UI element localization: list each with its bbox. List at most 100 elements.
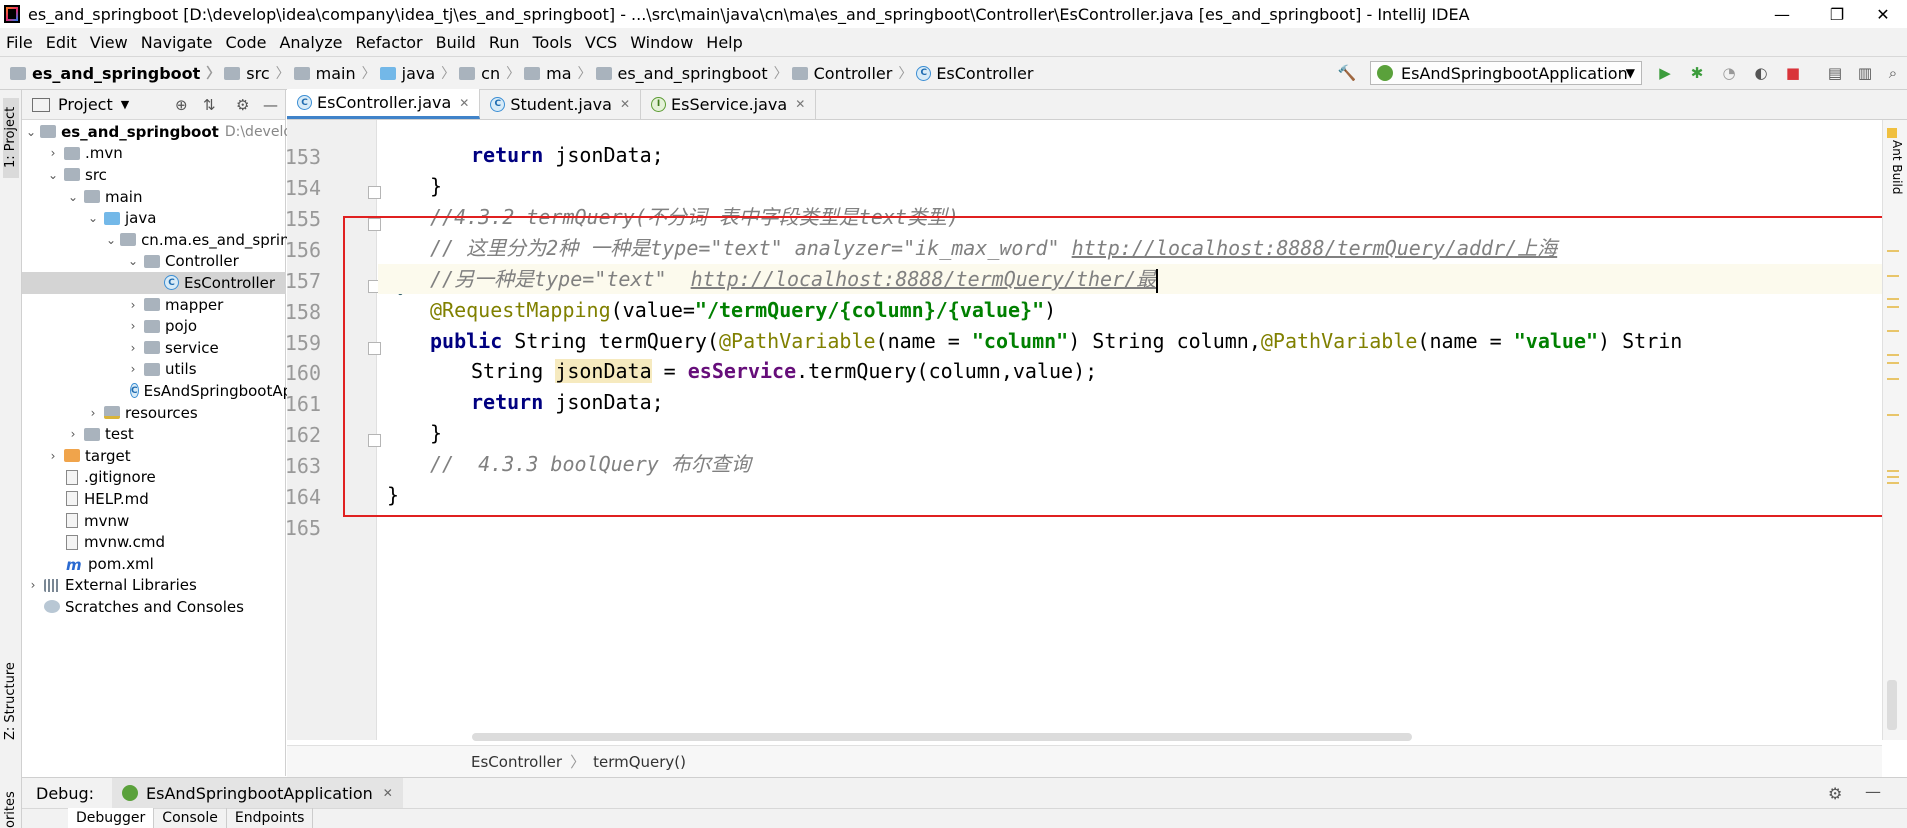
structure-tool-label[interactable]: Z: Structure (3, 662, 18, 740)
menu-build[interactable]: Build (436, 33, 476, 52)
error-stripe-mark[interactable] (1887, 414, 1899, 416)
breadcrumb-class[interactable]: EsController (471, 753, 562, 771)
project-structure-icon[interactable]: ▤ (1826, 64, 1844, 82)
expand-arrow-icon[interactable]: ⌄ (86, 211, 100, 225)
favorites-tool-label[interactable]: orites (3, 791, 18, 828)
expand-arrow-icon[interactable]: ⌄ (106, 233, 116, 247)
coverage-icon[interactable]: ◔ (1720, 64, 1738, 82)
nav-crumb-controller[interactable]: Controller 〉 (791, 63, 912, 83)
tree-item[interactable]: Scratches and Consoles (22, 596, 286, 618)
horizontal-scrollbar[interactable] (472, 733, 1412, 741)
tree-item[interactable]: › utils (22, 359, 286, 381)
build-hammer-icon[interactable]: 🔨 (1338, 64, 1357, 82)
expand-arrow-icon[interactable]: ⌄ (126, 254, 140, 268)
nav-crumb-project[interactable]: es_and_springboot 〉 (10, 63, 220, 83)
error-stripe-mark[interactable] (1887, 482, 1899, 484)
error-stripe-mark[interactable] (1887, 298, 1899, 300)
expand-arrow-icon[interactable]: › (86, 406, 100, 420)
menu-code[interactable]: Code (226, 33, 267, 52)
gear-icon[interactable]: ⚙ (236, 96, 249, 114)
nav-crumb-src[interactable]: src 〉 (224, 63, 290, 83)
menu-tools[interactable]: Tools (533, 33, 572, 52)
tab-esservice[interactable]: I EsService.java ✕ (641, 89, 817, 119)
error-stripe-mark[interactable] (1887, 354, 1899, 356)
tree-item[interactable]: ⌄ Controller (22, 251, 286, 273)
expand-arrow-icon[interactable]: › (46, 449, 60, 463)
error-stripe-mark[interactable] (1887, 275, 1899, 277)
run-icon[interactable]: ▶ (1656, 64, 1674, 82)
menu-analyze[interactable]: Analyze (279, 33, 342, 52)
error-stripe-mark[interactable] (1887, 378, 1899, 380)
tree-item[interactable]: › test (22, 423, 286, 445)
close-window-button[interactable]: ✕ (1856, 0, 1907, 28)
tree-item[interactable]: ⌄ cn.ma.es_and_springbo (22, 229, 318, 251)
project-tool-label[interactable]: 1: Project (3, 107, 18, 168)
run-configuration-select[interactable]: EsAndSpringbootApplication ▼ (1370, 61, 1642, 85)
tree-item[interactable]: › target (22, 445, 286, 467)
error-stripe-mark[interactable] (1887, 362, 1899, 364)
expand-arrow-icon[interactable]: › (126, 298, 140, 312)
nav-crumb-package[interactable]: es_and_springboot 〉 (595, 63, 788, 83)
gear-icon[interactable]: ⚙ (1828, 784, 1842, 803)
tab-console[interactable]: Console (154, 808, 227, 828)
nav-crumb-ma[interactable]: ma 〉 (524, 63, 592, 83)
tab-debugger[interactable]: Debugger (68, 808, 155, 828)
tree-item[interactable]: ⌄ src (22, 164, 286, 186)
expand-arrow-icon[interactable]: › (126, 362, 140, 376)
menu-refactor[interactable]: Refactor (356, 33, 423, 52)
menu-vcs[interactable]: VCS (585, 33, 617, 52)
tree-item[interactable]: ⌄ java (22, 207, 286, 229)
locate-icon[interactable]: ⊕ (175, 96, 188, 114)
nav-crumb-main[interactable]: main 〉 (293, 63, 376, 83)
tree-item[interactable]: C EsAndSpringbootAp (22, 380, 292, 402)
close-tab-icon[interactable]: ✕ (620, 97, 630, 111)
menu-view[interactable]: View (90, 33, 128, 52)
tree-item[interactable]: › .mvn (22, 143, 286, 165)
minimize-button[interactable]: — (1755, 0, 1809, 28)
menu-window[interactable]: Window (630, 33, 693, 52)
expand-arrow-icon[interactable]: › (46, 146, 60, 160)
expand-arrow-icon[interactable]: › (126, 319, 140, 333)
tree-item[interactable]: › mapper (22, 294, 286, 316)
chevron-down-icon[interactable]: ▼ (121, 98, 129, 111)
hide-icon[interactable]: — (1865, 782, 1881, 801)
tree-item[interactable]: › service (22, 337, 286, 359)
tree-item[interactable]: .gitignore (22, 467, 286, 489)
nav-crumb-java[interactable]: java 〉 (379, 63, 455, 83)
error-stripe-mark[interactable] (1887, 476, 1899, 478)
menu-help[interactable]: Help (706, 33, 742, 52)
error-stripe-mark[interactable] (1887, 470, 1899, 472)
tab-student[interactable]: C Student.java ✕ (480, 89, 642, 119)
error-stripe-mark[interactable] (1887, 306, 1899, 308)
menu-navigate[interactable]: Navigate (141, 33, 213, 52)
tree-item[interactable]: mvnw (22, 510, 286, 532)
close-icon[interactable]: ✕ (383, 786, 393, 800)
search-everywhere-icon[interactable]: ⌕ (1884, 64, 1902, 82)
debug-icon[interactable]: ✱ (1688, 64, 1706, 82)
vertical-scrollbar[interactable] (1887, 680, 1897, 730)
debug-session-tab[interactable]: EsAndSpringbootApplication ✕ (112, 777, 403, 809)
tree-item[interactable]: › resources (22, 402, 286, 424)
collapse-all-icon[interactable]: ⇅ (203, 96, 216, 114)
hide-icon[interactable]: — (263, 96, 278, 114)
expand-arrow-icon[interactable]: › (26, 578, 40, 592)
expand-arrow-icon[interactable]: ⌄ (46, 168, 60, 182)
nav-crumb-cn[interactable]: cn 〉 (459, 63, 520, 83)
nav-crumb-escontroller[interactable]: C EsController (916, 64, 1033, 83)
warning-marker-icon[interactable] (1887, 128, 1897, 138)
expand-arrow-icon[interactable]: ⌄ (26, 125, 36, 139)
breadcrumb-method[interactable]: termQuery() (593, 753, 686, 771)
stop-icon[interactable]: ■ (1784, 64, 1802, 82)
tab-endpoints[interactable]: Endpoints (227, 808, 314, 828)
close-tab-icon[interactable]: ✕ (459, 96, 469, 110)
error-stripe-mark[interactable] (1887, 330, 1899, 332)
close-tab-icon[interactable]: ✕ (795, 97, 805, 111)
tree-item[interactable]: ⌄ main (22, 186, 286, 208)
expand-arrow-icon[interactable]: › (66, 427, 80, 441)
expand-arrow-icon[interactable]: › (126, 341, 140, 355)
tree-item[interactable]: › pojo (22, 315, 286, 337)
menu-run[interactable]: Run (489, 33, 520, 52)
expand-arrow-icon[interactable]: ⌄ (66, 190, 80, 204)
tree-item[interactable]: C EsController (22, 272, 286, 294)
tree-item[interactable]: ⌄ es_and_springboot D:\develop\idea\ (22, 121, 340, 143)
